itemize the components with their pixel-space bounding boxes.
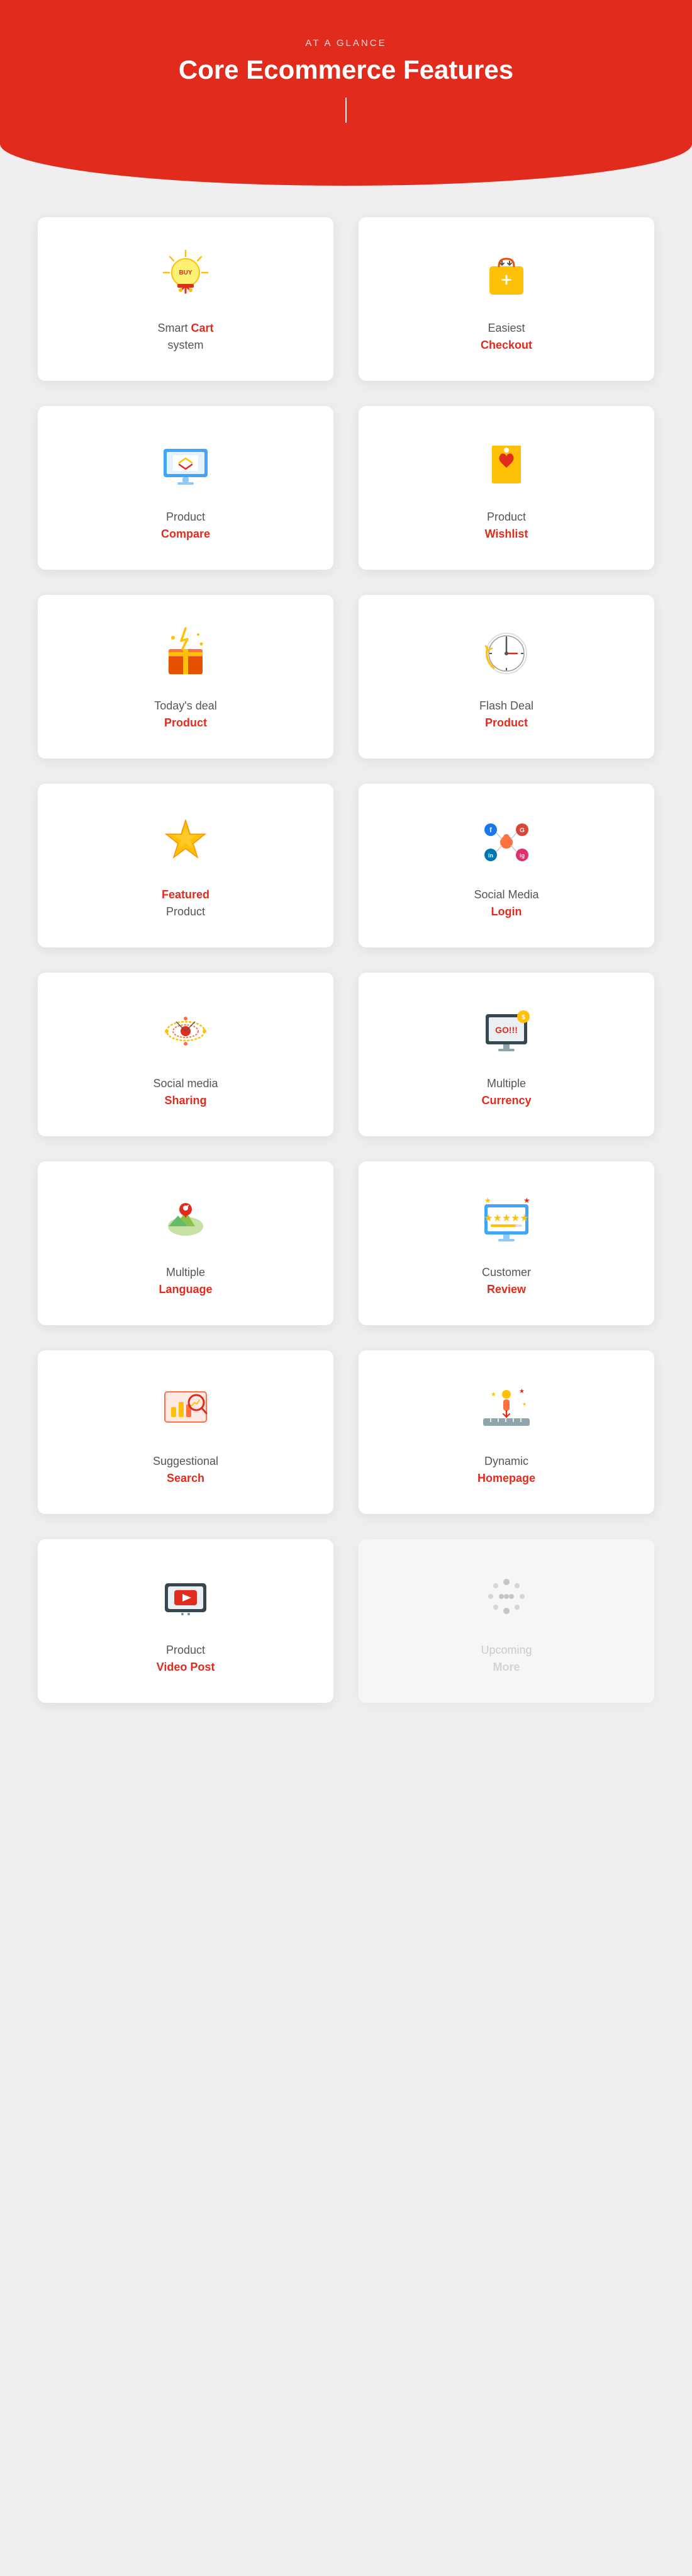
social-login-icon: f G in ig bbox=[475, 811, 538, 874]
feature-card-upcoming-more: UpcomingMore bbox=[359, 1539, 654, 1703]
easiest-checkout-label: EasiestCheckout bbox=[481, 320, 532, 354]
feature-card-product-video: ProductVideo Post bbox=[38, 1539, 333, 1703]
todays-deal-label: Today's dealProduct bbox=[154, 698, 217, 732]
hero-subtitle: AT A GLANCE bbox=[13, 38, 679, 48]
svg-text:in: in bbox=[488, 852, 493, 859]
feature-card-multiple-currency: GO!!! $ MultipleCurrency bbox=[359, 973, 654, 1136]
suggestional-search-icon bbox=[154, 1377, 217, 1440]
feature-card-social-sharing: Social mediaSharing bbox=[38, 973, 333, 1136]
customer-review-label: CustomerReview bbox=[482, 1264, 531, 1298]
feature-card-product-compare: ProductCompare bbox=[38, 406, 333, 570]
featured-product-label: FeaturedProduct bbox=[162, 886, 209, 920]
product-wishlist-label: ProductWishlist bbox=[485, 509, 528, 543]
hero-divider bbox=[345, 98, 347, 123]
svg-text:★: ★ bbox=[491, 1391, 496, 1398]
feature-grid: BUY Smart Cartsystem bbox=[0, 186, 692, 1734]
multiple-currency-icon: GO!!! $ bbox=[475, 1000, 538, 1063]
svg-text:$: $ bbox=[522, 1014, 525, 1021]
svg-text:★★★★★: ★★★★★ bbox=[484, 1213, 529, 1224]
multiple-language-label: MultipleLanguage bbox=[159, 1264, 212, 1298]
product-wishlist-icon bbox=[475, 433, 538, 496]
svg-text:★: ★ bbox=[484, 1196, 491, 1205]
feature-card-suggestional-search: SuggestionalSearch bbox=[38, 1350, 333, 1514]
hero-title: Core Ecommerce Features bbox=[13, 55, 679, 85]
svg-text:★: ★ bbox=[522, 1401, 527, 1407]
upcoming-more-label: UpcomingMore bbox=[481, 1642, 532, 1676]
customer-review-icon: ★★★★★ ★ ★ bbox=[475, 1189, 538, 1251]
svg-text:f: f bbox=[489, 827, 492, 834]
smart-cart-icon: BUY bbox=[154, 244, 217, 307]
smart-cart-label: Smart Cartsystem bbox=[157, 320, 213, 354]
svg-text:★: ★ bbox=[523, 1196, 530, 1205]
svg-text:ig: ig bbox=[520, 852, 525, 859]
feature-card-customer-review: ★★★★★ ★ ★ CustomerReview bbox=[359, 1161, 654, 1325]
feature-card-todays-deal: Today's dealProduct bbox=[38, 595, 333, 759]
featured-product-icon bbox=[154, 811, 217, 874]
flash-deal-icon bbox=[475, 622, 538, 685]
feature-card-product-wishlist: ProductWishlist bbox=[359, 406, 654, 570]
upcoming-more-icon bbox=[475, 1566, 538, 1629]
social-sharing-icon bbox=[154, 1000, 217, 1063]
feature-card-featured-product: FeaturedProduct bbox=[38, 784, 333, 947]
dynamic-homepage-label: DynamicHomepage bbox=[477, 1453, 535, 1487]
suggestional-search-label: SuggestionalSearch bbox=[153, 1453, 218, 1487]
dynamic-homepage-icon: ★ ★ ★ bbox=[475, 1377, 538, 1440]
svg-text:GO!!!: GO!!! bbox=[495, 1025, 518, 1035]
feature-card-flash-deal: Flash DealProduct bbox=[359, 595, 654, 759]
multiple-language-icon bbox=[154, 1189, 217, 1251]
todays-deal-icon bbox=[154, 622, 217, 685]
feature-card-easiest-checkout: EasiestCheckout bbox=[359, 217, 654, 381]
product-video-label: ProductVideo Post bbox=[157, 1642, 215, 1676]
easiest-checkout-icon bbox=[475, 244, 538, 307]
feature-card-smart-cart: BUY Smart Cartsystem bbox=[38, 217, 333, 381]
svg-text:BUY: BUY bbox=[179, 269, 192, 276]
multiple-currency-label: MultipleCurrency bbox=[481, 1075, 531, 1109]
feature-card-social-login: f G in ig Social MediaLogin bbox=[359, 784, 654, 947]
social-login-label: Social MediaLogin bbox=[474, 886, 539, 920]
feature-card-dynamic-homepage: ★ ★ ★ DynamicHomepage bbox=[359, 1350, 654, 1514]
product-compare-icon bbox=[154, 433, 217, 496]
social-sharing-label: Social mediaSharing bbox=[153, 1075, 218, 1109]
product-compare-label: ProductCompare bbox=[161, 509, 210, 543]
flash-deal-label: Flash DealProduct bbox=[479, 698, 533, 732]
product-video-icon bbox=[154, 1566, 217, 1629]
svg-text:★: ★ bbox=[519, 1388, 525, 1395]
feature-card-multiple-language: MultipleLanguage bbox=[38, 1161, 333, 1325]
hero-section: AT A GLANCE Core Ecommerce Features bbox=[0, 0, 692, 186]
svg-text:G: G bbox=[520, 827, 525, 834]
